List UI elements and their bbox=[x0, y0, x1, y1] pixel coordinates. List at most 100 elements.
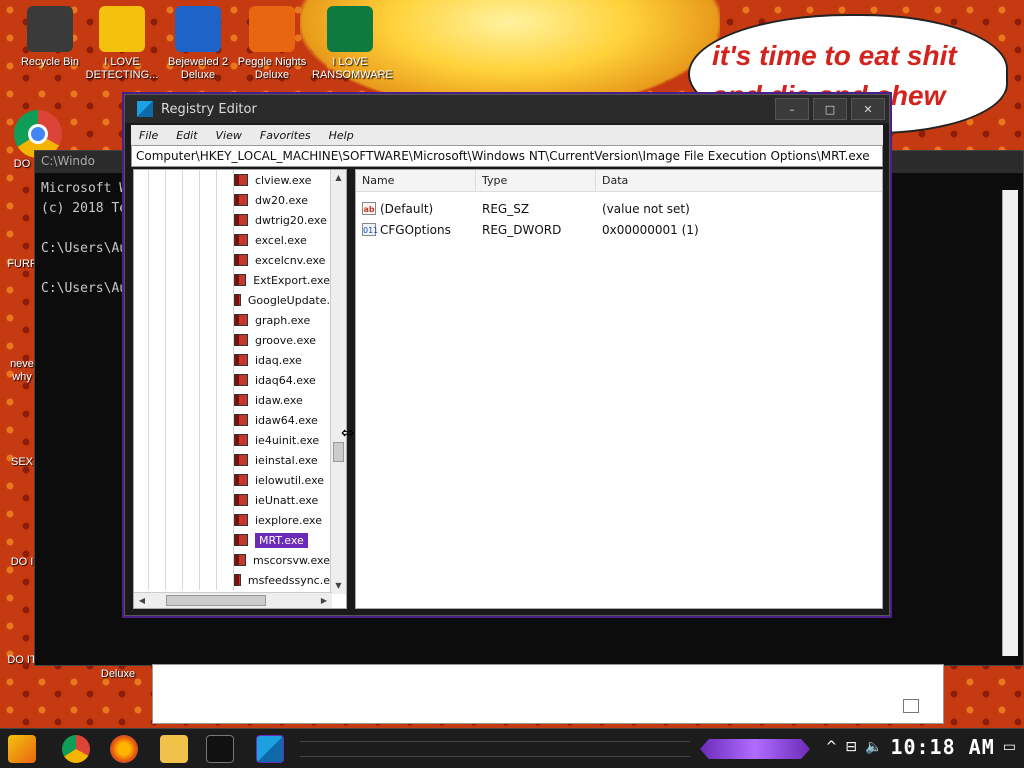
peggle-icon bbox=[249, 6, 295, 52]
scroll-thumb[interactable] bbox=[333, 442, 344, 462]
regedit-title: Registry Editor bbox=[161, 101, 257, 117]
value-row[interactable]: 011 CFGOptions REG_DWORD 0x00000001 (1) bbox=[356, 219, 882, 240]
tree-key-item[interactable]: clview.exe bbox=[234, 170, 330, 190]
tree-key-item[interactable]: idaw64.exe bbox=[234, 410, 330, 430]
desktop-icon-2[interactable]: Bejeweled 2 Deluxe bbox=[160, 6, 236, 82]
folder-icon bbox=[234, 434, 248, 446]
network-icon[interactable]: ⊟ bbox=[845, 739, 857, 755]
resize-cursor-icon: ⇔ bbox=[341, 423, 355, 442]
folder-icon bbox=[234, 474, 248, 486]
cmd-title-text: C:\Windo bbox=[41, 154, 95, 168]
desktop-icon-deluxe[interactable]: Deluxe bbox=[88, 668, 148, 681]
tree-horizontal-scrollbar[interactable]: ◀ ▶ bbox=[134, 592, 332, 608]
tree-key-label: idaq64.exe bbox=[255, 373, 316, 387]
regedit-taskbar-icon[interactable] bbox=[256, 735, 284, 763]
folder-icon bbox=[234, 234, 248, 246]
notification-icon[interactable]: ▭ bbox=[1003, 739, 1016, 755]
tree-key-label: excel.exe bbox=[255, 233, 307, 247]
file-explorer-taskbar-icon[interactable] bbox=[160, 735, 188, 763]
view-details-icon[interactable] bbox=[903, 699, 919, 713]
tree-key-item[interactable]: excelcnv.exe bbox=[234, 250, 330, 270]
tree-key-label: ieUnatt.exe bbox=[255, 493, 319, 507]
tree-key-item[interactable]: graph.exe bbox=[234, 310, 330, 330]
tree-vertical-scrollbar[interactable]: ▲ ▼ bbox=[330, 170, 346, 594]
column-type[interactable]: Type bbox=[476, 170, 596, 191]
desktop-icon-label: Recycle Bin bbox=[20, 56, 80, 68]
desktop-icon-0[interactable]: Recycle Bin bbox=[12, 6, 88, 69]
folder-icon bbox=[234, 414, 248, 426]
tree-key-item[interactable]: ielowutil.exe bbox=[234, 470, 330, 490]
values-list-pane[interactable]: Name Type Data ab (Default) REG_SZ (value… bbox=[355, 169, 883, 609]
menu-view[interactable]: View bbox=[208, 129, 252, 142]
pane-splitter[interactable]: ⇔ bbox=[341, 169, 355, 609]
value-data: 0x00000001 (1) bbox=[602, 222, 699, 237]
start-button[interactable] bbox=[8, 735, 36, 763]
tree-key-item[interactable]: mscorsvw.exe bbox=[234, 550, 330, 570]
column-name[interactable]: Name bbox=[356, 170, 476, 191]
menu-favorites[interactable]: Favorites bbox=[252, 129, 321, 142]
tree-key-item[interactable]: GoogleUpdate. bbox=[234, 290, 330, 310]
desktop-icon-1[interactable]: I LOVE DETECTING... bbox=[84, 6, 160, 82]
tree-key-item[interactable]: excel.exe bbox=[234, 230, 330, 250]
menu-help[interactable]: Help bbox=[321, 129, 364, 142]
cmd-taskbar-icon[interactable] bbox=[206, 735, 234, 763]
folder-icon bbox=[234, 174, 248, 186]
scroll-down-icon[interactable]: ▼ bbox=[331, 578, 346, 594]
h-scroll-thumb[interactable] bbox=[166, 595, 266, 606]
background-window[interactable] bbox=[152, 664, 944, 724]
tree-key-label: idaw64.exe bbox=[255, 413, 318, 427]
tree-key-item[interactable]: idaq.exe bbox=[234, 350, 330, 370]
tree-key-label: idaq.exe bbox=[255, 353, 302, 367]
scroll-left-icon[interactable]: ◀ bbox=[134, 596, 150, 605]
column-data[interactable]: Data bbox=[596, 170, 882, 191]
folder-icon bbox=[234, 574, 241, 586]
folder-icon bbox=[234, 534, 248, 546]
close-button[interactable]: ✕ bbox=[851, 98, 885, 120]
tree-key-item[interactable]: idaq64.exe bbox=[234, 370, 330, 390]
value-name: CFGOptions bbox=[380, 222, 451, 237]
scroll-right-icon[interactable]: ▶ bbox=[316, 596, 332, 605]
key-tree-pane[interactable]: clview.exe dw20.exe dwtrig20.exe excel.exe e… bbox=[133, 169, 347, 609]
value-type: REG_DWORD bbox=[482, 222, 562, 237]
folder-icon bbox=[234, 554, 247, 566]
desktop-icon-label: neve why bbox=[10, 358, 34, 383]
registry-editor-window[interactable]: Registry Editor – □ ✕ File Edit View Fav… bbox=[124, 94, 890, 616]
values-header: Name Type Data bbox=[356, 170, 882, 192]
desktop-icon-label: Deluxe bbox=[100, 668, 136, 680]
desktop-icon-4[interactable]: I LOVE RANSOMWARE bbox=[312, 6, 393, 82]
tree-key-item[interactable]: msfeedssync.e bbox=[234, 570, 330, 590]
chevron-up-icon[interactable]: ^ bbox=[826, 739, 838, 755]
chrome-taskbar-icon[interactable] bbox=[62, 735, 90, 763]
volume-icon[interactable]: 🔈 bbox=[865, 739, 882, 755]
address-bar[interactable]: Computer\HKEY_LOCAL_MACHINE\SOFTWARE\Mic… bbox=[131, 145, 883, 167]
tree-key-label: groove.exe bbox=[255, 333, 317, 347]
menu-edit[interactable]: Edit bbox=[168, 129, 207, 142]
regedit-titlebar[interactable]: Registry Editor – □ ✕ bbox=[125, 95, 889, 123]
tree-key-item[interactable]: iexplore.exe bbox=[234, 510, 330, 530]
menu-file[interactable]: File bbox=[131, 129, 168, 142]
value-row[interactable]: ab (Default) REG_SZ (value not set) bbox=[356, 198, 882, 219]
clock[interactable]: 10:18 AM bbox=[890, 735, 994, 759]
cmd-scrollbar[interactable] bbox=[1002, 190, 1018, 656]
tree-key-item[interactable]: ieinstal.exe bbox=[234, 450, 330, 470]
tree-key-item[interactable]: groove.exe bbox=[234, 330, 330, 350]
scroll-up-icon[interactable]: ▲ bbox=[331, 170, 346, 186]
tree-key-label: ExtExport.exe bbox=[253, 273, 330, 287]
tree-key-item[interactable]: ie4uinit.exe bbox=[234, 430, 330, 450]
tree-key-label: idaw.exe bbox=[255, 393, 303, 407]
tree-key-item[interactable]: dwtrig20.exe bbox=[234, 210, 330, 230]
tree-key-label: graph.exe bbox=[255, 313, 311, 327]
tree-key-item[interactable]: dw20.exe bbox=[234, 190, 330, 210]
minimize-button[interactable]: – bbox=[775, 98, 809, 120]
tree-key-item[interactable]: ExtExport.exe bbox=[234, 270, 330, 290]
tree-key-label: dwtrig20.exe bbox=[255, 213, 327, 227]
firefox-taskbar-icon[interactable] bbox=[110, 735, 138, 763]
tree-key-item[interactable]: ieUnatt.exe bbox=[234, 490, 330, 510]
folder-icon bbox=[234, 394, 248, 406]
maximize-button[interactable]: □ bbox=[813, 98, 847, 120]
desktop-icon-3[interactable]: Peggle Nights Deluxe bbox=[234, 6, 310, 82]
tree-key-item[interactable]: MRT.exe bbox=[234, 530, 330, 550]
taskbar: ^ ⊟ 🔈 10:18 AM ▭ bbox=[0, 728, 1024, 768]
tree-key-item[interactable]: idaw.exe bbox=[234, 390, 330, 410]
folder-icon bbox=[234, 214, 248, 226]
